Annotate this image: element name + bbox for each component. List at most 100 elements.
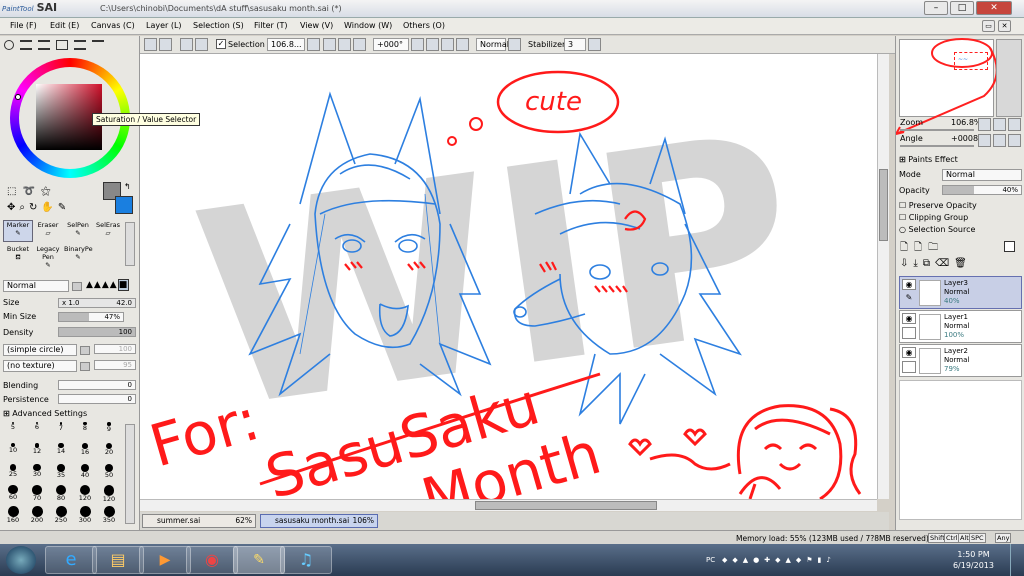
redo-icon[interactable] bbox=[159, 38, 172, 51]
minimize-button[interactable]: – bbox=[924, 1, 948, 15]
zoom-dropdown-icon[interactable] bbox=[307, 38, 320, 51]
brush-size-preset[interactable]: 350 bbox=[98, 506, 120, 524]
clear-layer-icon[interactable]: ⌫ bbox=[935, 258, 954, 269]
view-mode-field[interactable]: Normal bbox=[476, 38, 509, 51]
layer-row-layer1[interactable]: ◉ Layer1 Normal 100% bbox=[899, 310, 1022, 343]
nav-zoom-out-icon[interactable] bbox=[978, 118, 991, 131]
brush-size-scrollbar[interactable] bbox=[125, 424, 135, 524]
tool-marker[interactable]: Marker ✎ bbox=[3, 220, 33, 242]
texture-dropdown-icon[interactable] bbox=[80, 362, 90, 371]
itunes-taskbar-icon[interactable]: ♫ bbox=[280, 546, 332, 574]
stabilizer-field[interactable]: 3 bbox=[564, 38, 586, 51]
color-wheel-mode-icon[interactable] bbox=[4, 40, 14, 50]
invert-selection-icon[interactable] bbox=[195, 38, 208, 51]
tool-selpen[interactable]: SelPen ✎ bbox=[63, 220, 93, 242]
media-player-taskbar-icon[interactable]: ▶ bbox=[139, 546, 191, 574]
delete-layer-icon[interactable]: 🗑 bbox=[954, 258, 972, 269]
rotate-left-icon[interactable] bbox=[426, 38, 439, 51]
brush-size-preset[interactable]: 10 bbox=[2, 443, 24, 459]
tool-scrollbar[interactable] bbox=[125, 222, 135, 266]
brush-size-preset[interactable]: 200 bbox=[26, 506, 48, 524]
brush-size-preset[interactable]: 6 bbox=[26, 422, 48, 438]
zoom-reset-icon[interactable] bbox=[353, 38, 366, 51]
brush-size-preset[interactable]: 160 bbox=[2, 506, 24, 524]
texture-select[interactable]: (no texture) bbox=[3, 360, 77, 372]
vertical-scrollbar[interactable] bbox=[877, 54, 889, 499]
nav-rotate-right-icon[interactable] bbox=[993, 134, 1006, 147]
menu-edit[interactable]: Edit (E) bbox=[50, 21, 79, 30]
brush-size-preset[interactable]: 50 bbox=[98, 464, 120, 480]
deselect-icon[interactable] bbox=[180, 38, 193, 51]
rect-select-icon[interactable]: ⬚ bbox=[7, 186, 22, 197]
brush-size-preset[interactable]: 250 bbox=[50, 506, 72, 524]
zoom-field[interactable]: 106.8... bbox=[267, 38, 305, 51]
new-folder-icon[interactable]: 🗀 bbox=[928, 242, 944, 253]
doc-close-button[interactable]: ✕ bbox=[998, 20, 1011, 32]
tool-binary-pen[interactable]: BinaryPe ✎ bbox=[63, 244, 93, 266]
new-layer-icon[interactable]: 🗋 bbox=[900, 242, 914, 253]
selection-checkbox[interactable]: ✓ bbox=[216, 39, 226, 49]
brush-size-preset[interactable]: 14 bbox=[50, 443, 72, 459]
transfer-down-icon[interactable]: ⇩ bbox=[900, 258, 913, 269]
density-slider[interactable]: 100 bbox=[58, 327, 136, 337]
menu-others[interactable]: Others (O) bbox=[403, 21, 445, 30]
zoom-in-icon[interactable] bbox=[338, 38, 351, 51]
menu-file[interactable]: File (F) bbox=[10, 21, 37, 30]
persistence-slider[interactable]: 0 bbox=[58, 394, 136, 404]
flip-icon[interactable] bbox=[508, 38, 521, 51]
brush-size-preset[interactable]: 30 bbox=[26, 464, 48, 480]
menu-filter[interactable]: Filter (T) bbox=[254, 21, 287, 30]
brush-size-preset[interactable]: 7 bbox=[50, 422, 72, 438]
start-button[interactable] bbox=[6, 546, 36, 574]
nav-zoom-in-icon[interactable] bbox=[993, 118, 1006, 131]
menu-window[interactable]: Window (W) bbox=[344, 21, 392, 30]
layer-lock-box[interactable] bbox=[902, 361, 916, 373]
brush-size-preset[interactable]: 9 bbox=[98, 422, 120, 438]
angle-dropdown-icon[interactable] bbox=[411, 38, 424, 51]
angle-field[interactable]: +000° bbox=[373, 38, 409, 51]
tool-eraser[interactable]: Eraser ▱ bbox=[33, 220, 63, 242]
clock[interactable]: 1:50 PM 6/19/2013 bbox=[953, 549, 994, 571]
merge-down-icon[interactable]: ⤓ bbox=[913, 258, 922, 269]
tool-seleras[interactable]: SelEras ▱ bbox=[93, 220, 123, 242]
layer-opacity-slider[interactable]: 40% bbox=[942, 185, 1022, 195]
doc-tab-summer[interactable]: summer.sai 62% bbox=[142, 514, 256, 528]
clipping-group-checkbox[interactable]: ☐ Clipping Group bbox=[899, 213, 968, 222]
secondary-color-swatch[interactable] bbox=[115, 196, 133, 214]
brush-shape-select[interactable]: (simple circle) bbox=[3, 344, 77, 356]
chrome-taskbar-icon[interactable]: ◉ bbox=[186, 546, 238, 574]
nav-zoom-reset-icon[interactable] bbox=[1008, 118, 1021, 131]
sai-taskbar-icon[interactable]: ✎ bbox=[233, 546, 285, 574]
show-desktop-button[interactable] bbox=[1010, 544, 1024, 576]
explorer-taskbar-icon[interactable]: ▤ bbox=[92, 546, 144, 574]
swap-colors-icon[interactable]: ↰ bbox=[124, 182, 131, 191]
rotate-reset-icon[interactable] bbox=[456, 38, 469, 51]
brush-size-preset[interactable]: 40 bbox=[74, 464, 96, 480]
brush-size-preset[interactable]: 20 bbox=[98, 443, 120, 459]
horizontal-scrollbar[interactable] bbox=[140, 499, 877, 511]
menu-canvas[interactable]: Canvas (C) bbox=[91, 21, 135, 30]
brush-size-preset[interactable]: 8 bbox=[74, 422, 96, 438]
doc-tab-sasusaku[interactable]: sasusaku month.sai 106% bbox=[260, 514, 378, 528]
move-icon[interactable]: ✥ bbox=[7, 202, 19, 213]
doc-restore-button[interactable]: ▭ bbox=[982, 20, 995, 32]
nav-angle-slider[interactable] bbox=[900, 145, 974, 147]
layer-row-layer2[interactable]: ◉ Layer2 Normal 79% bbox=[899, 344, 1022, 377]
hsv-slider-icon[interactable] bbox=[38, 40, 50, 50]
magic-wand-icon[interactable]: ⚝ bbox=[41, 186, 57, 197]
rotate-right-icon[interactable] bbox=[441, 38, 454, 51]
texture-strength[interactable]: 95 bbox=[94, 360, 136, 370]
lasso-icon[interactable]: ➰ bbox=[22, 186, 40, 197]
tool-legacy-pen[interactable]: Legacy Pen ✎ bbox=[33, 244, 63, 269]
brush-shape-strength[interactable]: 100 bbox=[94, 344, 136, 354]
advanced-settings-toggle[interactable]: ⊞ Advanced Settings bbox=[3, 409, 87, 418]
tool-bucket[interactable]: Bucket ⛾ bbox=[3, 244, 33, 266]
close-button[interactable]: ✕ bbox=[976, 1, 1012, 15]
merge-visible-icon[interactable]: ⧉ bbox=[923, 258, 935, 269]
menu-selection[interactable]: Selection (S) bbox=[193, 21, 244, 30]
brush-size-preset[interactable]: 5 bbox=[2, 422, 24, 438]
horizontal-scroll-thumb[interactable] bbox=[475, 501, 657, 510]
drawing-canvas[interactable]: WIP cute For: SasuSaku Month bbox=[140, 54, 877, 499]
menu-layer[interactable]: Layer (L) bbox=[146, 21, 182, 30]
rgb-slider-icon[interactable] bbox=[20, 40, 32, 50]
